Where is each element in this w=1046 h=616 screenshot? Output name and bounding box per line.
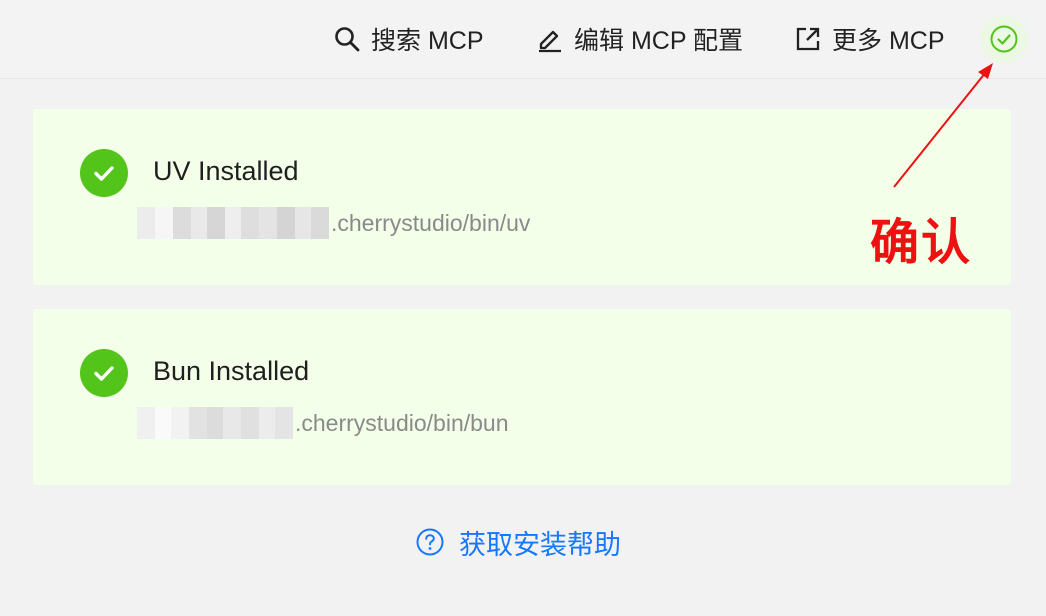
confirm-button[interactable] [980, 15, 1028, 63]
search-mcp-button[interactable]: 搜索 MCP [333, 20, 484, 58]
search-icon [335, 27, 360, 52]
bun-install-card: Bun Installed .cherrystudio/bin/bun [33, 309, 1011, 485]
uv-install-card: UV Installed .cherrystudio/bin/uv [33, 109, 1011, 285]
question-circle-icon [416, 528, 444, 556]
bun-path-text: .cherrystudio/bin/bun [295, 409, 509, 436]
bun-install-path: .cherrystudio/bin/bun [137, 406, 509, 440]
success-check-icon [80, 349, 128, 397]
more-mcp-label: 更多 MCP [832, 27, 945, 55]
redacted-path-prefix [137, 407, 293, 439]
redacted-path-prefix [137, 207, 329, 239]
bun-status-title: Bun Installed [153, 356, 310, 386]
more-mcp-button[interactable]: 更多 MCP [794, 20, 945, 58]
edit-mcp-config-button[interactable]: 编辑 MCP 配置 [536, 20, 743, 58]
install-help-label: 获取安装帮助 [459, 529, 621, 560]
check-circle-icon [990, 25, 1018, 53]
pencil-icon [539, 30, 561, 53]
uv-path-text: .cherrystudio/bin/uv [331, 209, 531, 236]
external-link-icon [796, 27, 820, 51]
annotation-confirm-text: 确认 [870, 213, 973, 271]
uv-install-path: .cherrystudio/bin/uv [137, 206, 530, 240]
mcp-toolbar: 搜索 MCP 编辑 MCP 配置 更多 MCP [0, 0, 1046, 79]
search-mcp-label: 搜索 MCP [371, 27, 484, 55]
install-help-link[interactable]: 获取安装帮助 [415, 522, 621, 562]
uv-status-title: UV Installed [153, 156, 299, 186]
edit-mcp-config-label: 编辑 MCP 配置 [574, 27, 743, 55]
success-check-icon [80, 149, 128, 197]
